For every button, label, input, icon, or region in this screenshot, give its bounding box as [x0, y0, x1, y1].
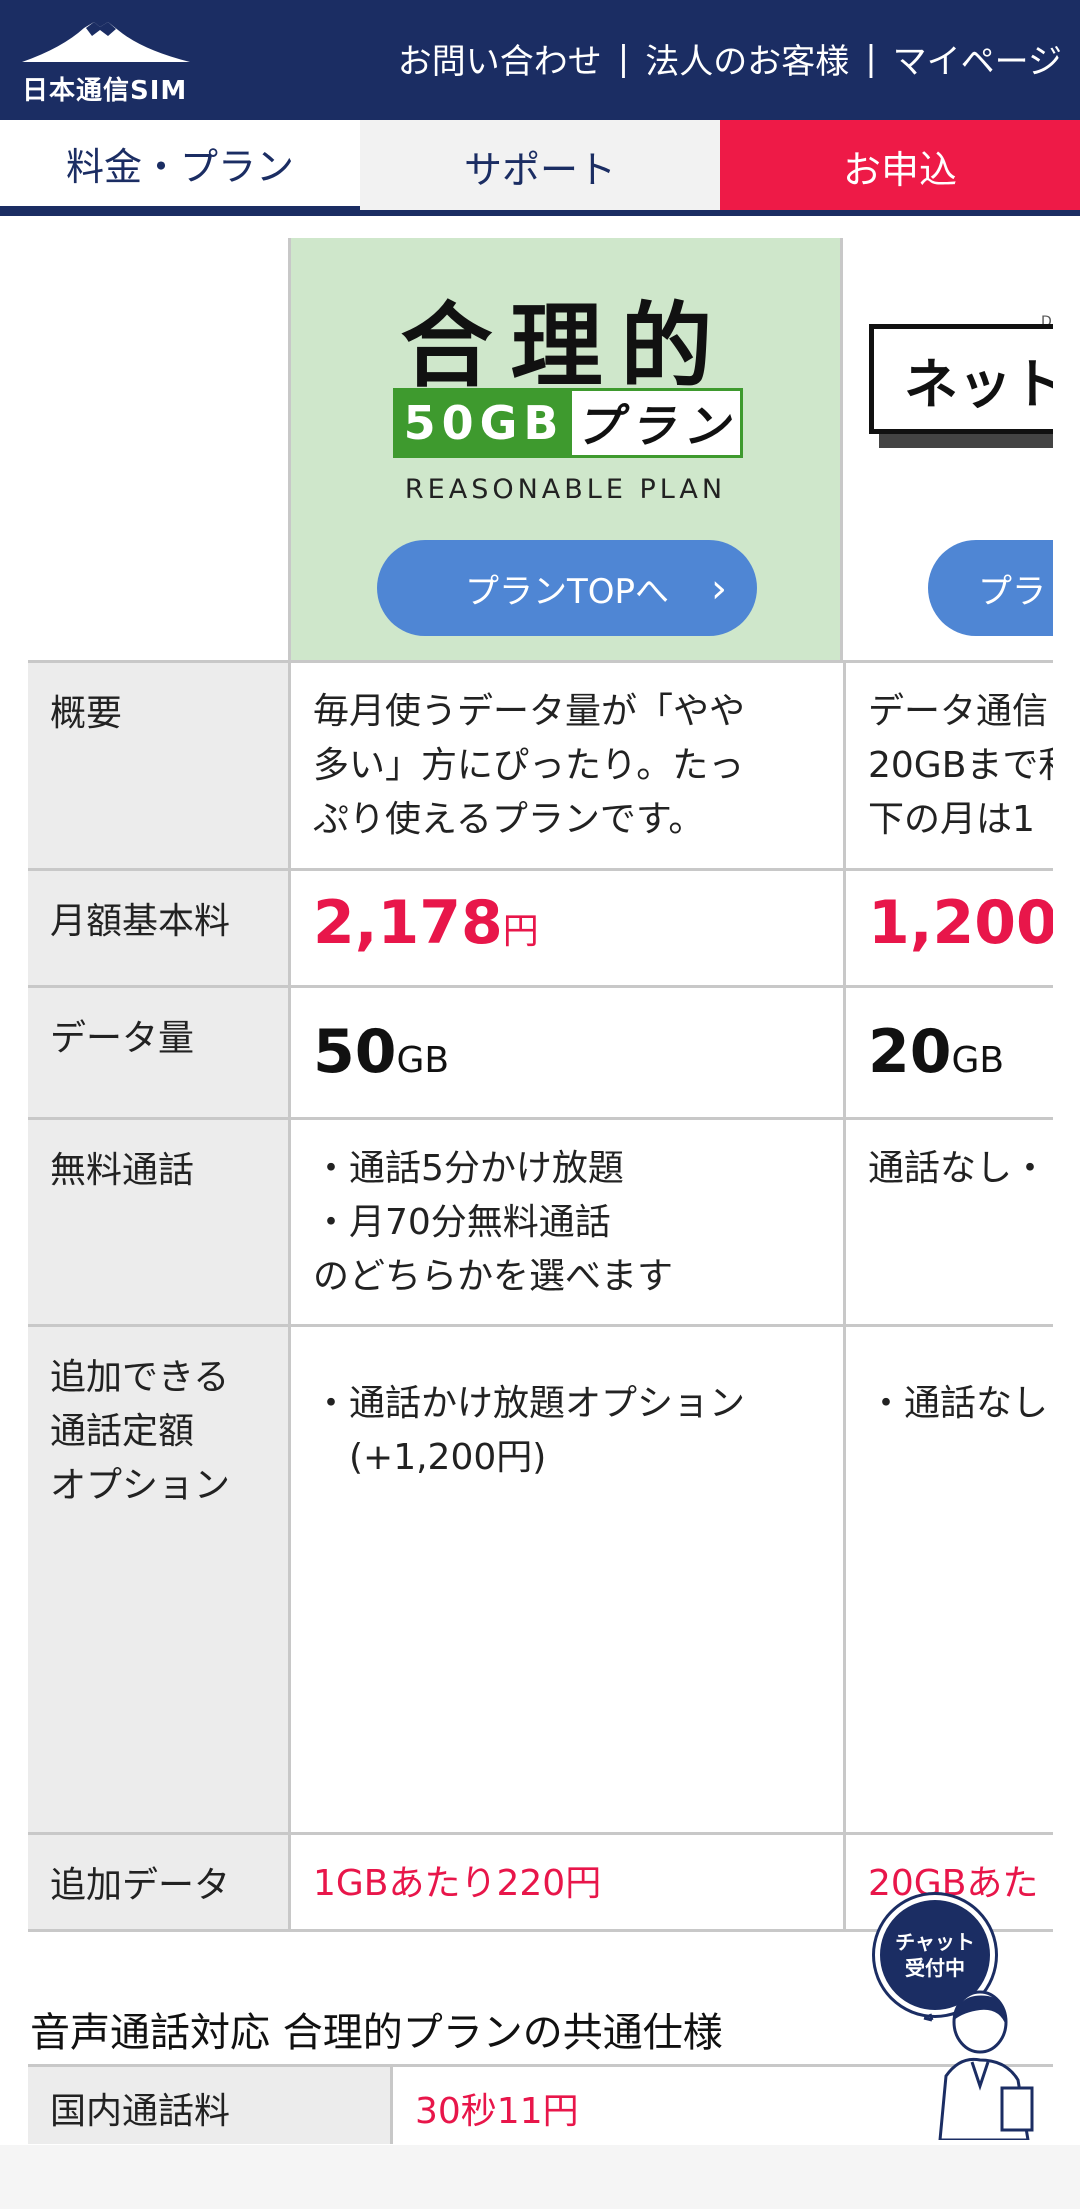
text-line: 下の月は1 — [868, 799, 1035, 840]
row-label: 追加データ — [28, 1835, 288, 1929]
plan-badge-label: プラン — [575, 399, 737, 453]
data-value: 20 — [868, 1017, 952, 1087]
row-label: 追加できる 通話定額 オプション — [28, 1327, 288, 1832]
plan-top-button-label: プランTOPへ — [464, 571, 670, 612]
plan2-free-calls: 通話なし・ — [843, 1120, 1053, 1324]
text-line: 20GBまで利 — [868, 745, 1053, 786]
label-line: 追加できる — [50, 1357, 230, 1398]
top-links: お問い合わせ | 法人のお客様 | マイページ — [398, 34, 1062, 83]
plan1-monthly-fee: 2,178円 — [288, 871, 843, 985]
text-line: 毎月使うデータ量が「やや — [313, 691, 746, 732]
plan-badge-gb: 50GB — [396, 391, 572, 455]
plan-top-button[interactable]: プラ — [928, 540, 1053, 636]
chevron-right-icon: › — [711, 566, 727, 612]
table-row: 概要 毎月使うデータ量が「やや 多い」方にぴったり。たっ ぷり使えるプランです。… — [28, 660, 1053, 868]
text-line: データ通信 — [868, 691, 1049, 732]
plan1-extra-data: 1GBあたり220円 — [288, 1835, 843, 1929]
chat-operator-icon[interactable] — [910, 1990, 1060, 2140]
text-line: ぷり使えるプランです。 — [313, 799, 705, 840]
mypage-link[interactable]: マイページ — [893, 34, 1062, 83]
data-value: 50 — [313, 1017, 397, 1087]
plan-top-button[interactable]: プランTOPへ › — [377, 540, 757, 636]
plan1-data-amount: 50GB — [288, 988, 843, 1117]
table-row: 追加できる 通話定額 オプション ・通話かけ放題オプション (+1,200円) … — [28, 1324, 1053, 1832]
price-unit: 円 — [502, 911, 539, 952]
plan1-overview: 毎月使うデータ量が「やや 多い」方にぴったり。たっ ぷり使えるプランです。 — [288, 663, 843, 868]
row-label: データ量 — [28, 988, 288, 1117]
logo-text: 日本通信SIM — [22, 76, 188, 106]
plan-badge: 50GB プラン — [393, 388, 743, 458]
plan-comparison-table: 概要 毎月使うデータ量が「やや 多い」方にぴったり。たっ ぷり使えるプランです。… — [28, 660, 1053, 1932]
link-separator: | — [865, 38, 877, 79]
row-label: 月額基本料 — [28, 871, 288, 985]
data-unit: GB — [951, 1040, 1005, 1081]
nav-divider — [0, 210, 1080, 216]
table-row: データ量 50GB 20GB — [28, 985, 1053, 1117]
label-line: 通話定額 — [50, 1411, 195, 1452]
contact-link[interactable]: お問い合わせ — [398, 34, 602, 83]
site-header: 日本通信SIM お問い合わせ | 法人のお客様 | マイページ — [0, 0, 1080, 120]
link-separator: | — [617, 38, 630, 79]
row-label: 無料通話 — [28, 1120, 288, 1324]
row-label: 概要 — [28, 663, 288, 868]
business-link[interactable]: 法人のお客様 — [645, 34, 849, 83]
price-value: 1,200 — [868, 888, 1053, 958]
label-line: オプション — [50, 1465, 231, 1506]
data-unit: GB — [396, 1040, 450, 1081]
common-spec-title: 音声通話対応 合理的プランの共通仕様 — [30, 2010, 723, 2056]
plan-subtitle: REASONABLE PLAN — [404, 474, 727, 505]
text-line: ・通話かけ放題オプション — [313, 1383, 746, 1424]
text-line: のどちらかを選べます — [313, 1256, 674, 1297]
plan2-overview: データ通信 20GBまで利 下の月は1 — [843, 663, 1053, 868]
chat-status: 受付中 — [905, 1956, 965, 1980]
tab-pricing-plans[interactable]: 料金・プラン — [0, 120, 360, 212]
tab-support[interactable]: サポート — [360, 120, 720, 212]
mountain-logo-icon — [22, 22, 190, 62]
text-line: ・通話なし — [868, 1383, 1049, 1424]
plan2-call-options: ・通話なし — [843, 1327, 1053, 1832]
plan2-data-amount: 20GB — [843, 988, 1053, 1117]
bottom-bar — [0, 2145, 1080, 2209]
text-line: ・通話5分かけ放題 — [313, 1148, 624, 1189]
site-logo[interactable]: 日本通信SIM — [22, 18, 192, 108]
text-line: 通話なし・ — [868, 1148, 1049, 1189]
table-row: 無料通話 ・通話5分かけ放題 ・月70分無料通話 のどちらかを選べます 通話なし… — [28, 1117, 1053, 1324]
row-label: 国内通話料 — [28, 2067, 390, 2144]
plan-reasonable-header: 合理的 50GB プラン REASONABLE PLAN プランTOPへ › — [288, 238, 843, 660]
plan-title: 合理的 — [400, 293, 731, 400]
plan2-monthly-fee: 1,200円 — [843, 871, 1053, 985]
chat-label: チャット — [895, 1930, 975, 1954]
text-line: (+1,200円) — [313, 1437, 547, 1478]
text-line: ・月70分無料通話 — [313, 1202, 611, 1243]
price-value: 2,178 — [313, 888, 503, 958]
plan-title: ネット — [869, 324, 1053, 434]
plan1-call-options: ・通話かけ放題オプション (+1,200円) — [288, 1327, 843, 1832]
main-nav: 料金・プラン サポート お申込 — [0, 120, 1080, 212]
table-row: 月額基本料 2,178円 1,200円 — [28, 868, 1053, 985]
text-line: 多い」方にぴったり。たっ — [313, 745, 745, 786]
plan-net-header: D ネット プラ — [843, 238, 1053, 660]
plan1-free-calls: ・通話5分かけ放題 ・月70分無料通話 のどちらかを選べます — [288, 1120, 843, 1324]
tab-apply[interactable]: お申込 — [720, 120, 1080, 212]
common-spec-table: 国内通話料 30秒11円 — [28, 2064, 1053, 2144]
